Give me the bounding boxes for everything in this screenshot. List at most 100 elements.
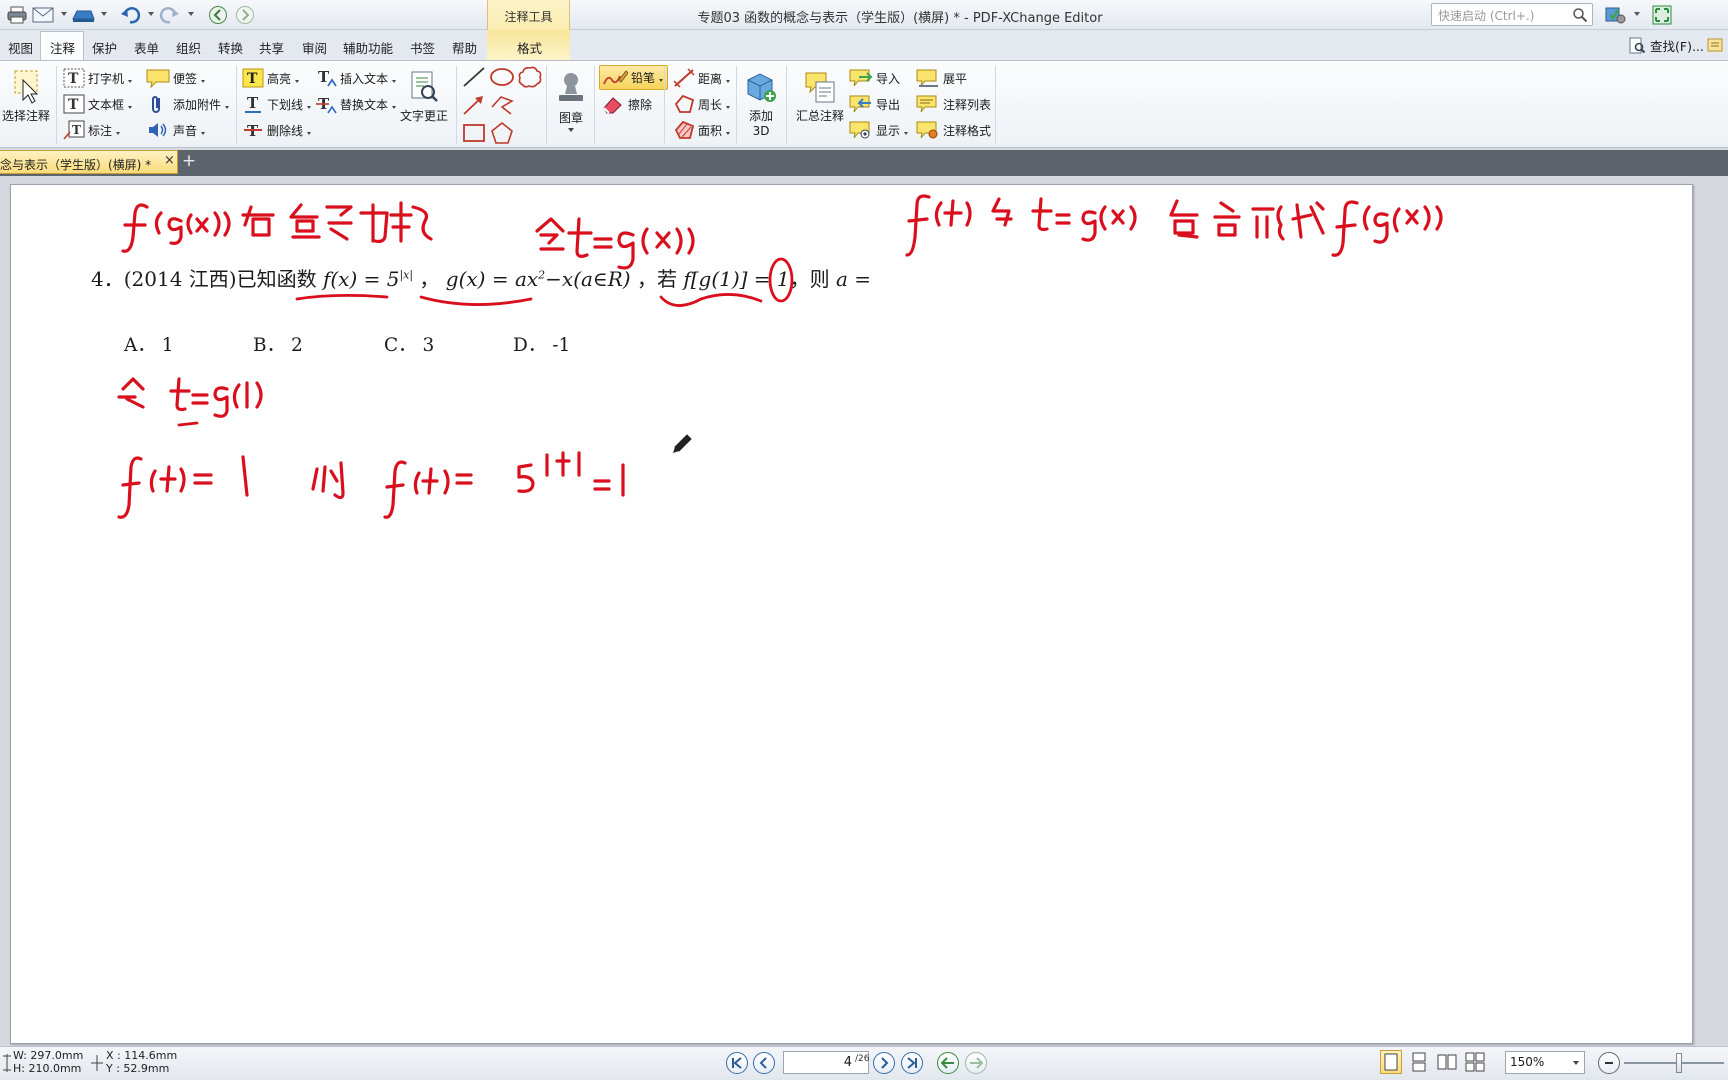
tab-comment[interactable]: 注释 [50,38,75,57]
print-icon[interactable] [6,4,28,26]
text-correction-button[interactable]: 文字更正 [398,70,450,124]
next-view-button[interactable] [965,1052,987,1074]
textbox-button[interactable]: T 文本框 [63,94,133,114]
forward-arrow-icon [970,1057,983,1069]
tab-help[interactable]: 帮助 [452,38,477,57]
callout-button[interactable]: T 标注 [63,120,121,140]
flatten-button[interactable]: 展平 [916,68,967,88]
comments-list-button[interactable]: 注释列表 [916,94,991,114]
arrow-tool-icon[interactable] [461,93,487,120]
tab-view[interactable]: 视图 [8,38,33,57]
strikeout-button[interactable]: T 删除线 [242,120,312,140]
underline-button[interactable]: T 下划线 [242,94,312,114]
quick-launch-input[interactable]: 快速启动 (Ctrl+.) [1431,3,1593,26]
stamp-dropdown-icon[interactable] [568,128,574,132]
show-button[interactable]: 显示 [849,120,909,140]
comment-styles-button[interactable]: 注释格式 [916,120,991,140]
page-layout-buttons [1380,1050,1486,1074]
tab-organize[interactable]: 组织 [176,38,201,57]
ribbon-separator [546,66,547,144]
redo-dropdown-icon[interactable] [188,12,194,16]
tab-convert[interactable]: 转换 [218,38,243,57]
find-button[interactable]: 查找(F)... [1628,36,1704,55]
underline-icon: T [245,94,261,113]
pdf-page[interactable]: 4．(2014 江西)已知函数 f(x) = 5|x| ， g(x) = ax2… [10,184,1693,1044]
options-dropdown-icon[interactable] [1634,12,1640,16]
select-annotation-button[interactable]: 选择注释 [0,68,52,124]
attach-file-button[interactable]: 添加附件 [146,94,230,114]
zoom-out-button[interactable] [1598,1052,1620,1074]
zoom-slider-track[interactable] [1624,1062,1724,1064]
ellipse-tool-icon[interactable] [489,65,515,92]
speaker-icon [149,123,167,137]
current-page: 4 [843,1055,852,1070]
tab-share[interactable]: 共享 [259,38,284,57]
rectangle-tool-icon[interactable] [461,121,487,148]
first-page-button[interactable] [726,1052,748,1074]
sticky-note-button[interactable]: 便签 [146,68,206,88]
stamp-button[interactable]: 图章 [552,70,590,132]
options-icon[interactable] [1604,4,1628,26]
insert-text-button[interactable]: T 插入文本 [315,68,397,88]
zoom-slider-thumb[interactable] [1676,1053,1682,1073]
title-bar: 注释工具 专题03 函数的概念与表示（学生版）(横屏) * - PDF-XCha… [0,0,1728,60]
replace-text-button[interactable]: T 替换文本 [315,94,397,114]
close-tab-icon[interactable]: × [164,153,175,168]
summarize-comments-button[interactable]: 汇总注释 [792,70,848,124]
sound-button[interactable]: 声音 [146,120,206,140]
highlight-button[interactable]: T 高亮 [242,68,300,88]
new-tab-button[interactable]: + [180,152,198,172]
undo-dropdown-icon[interactable] [148,12,154,16]
tab-review[interactable]: 审阅 [302,38,327,57]
document-tab[interactable]: 念与表示（学生版）(横屏) * × [0,150,178,174]
scan-icon[interactable] [70,4,96,26]
previous-view-button[interactable] [937,1052,959,1074]
redo-icon[interactable] [157,4,181,26]
scan-dropdown-icon[interactable] [101,12,107,16]
pencil-button[interactable]: 铅笔 [599,65,669,90]
area-button[interactable]: 面积 [673,120,731,140]
tab-format[interactable]: 格式 [517,38,542,57]
tab-protect[interactable]: 保护 [92,38,117,57]
single-page-view-icon[interactable] [1380,1050,1402,1074]
add-3d-label-1: 添加 [748,109,773,123]
undo-icon[interactable] [119,4,143,26]
export-label: 导出 [876,97,901,112]
collapse-ribbon-icon[interactable] [1706,36,1726,57]
tab-accessibility[interactable]: 辅助功能 [343,38,393,57]
continuous-facing-view-icon[interactable] [1464,1050,1486,1074]
fullscreen-icon[interactable] [1651,4,1673,26]
zoom-dropdown-icon[interactable] [1573,1061,1579,1065]
last-page-button[interactable] [901,1052,923,1074]
email-dropdown-icon[interactable] [61,12,67,16]
ribbon-separator [56,66,57,144]
pen-cursor-icon [673,434,692,453]
previous-page-button[interactable] [753,1052,775,1074]
search-icon[interactable] [1572,7,1588,23]
distance-button[interactable]: 距离 [673,68,731,88]
typewriter-button[interactable]: T 打字机 [63,68,133,88]
choice-a: A． 1 [124,335,174,356]
condition: f[g(1)] = 1 [683,267,790,291]
perimeter-button[interactable]: 周长 [673,94,731,114]
eraser-button[interactable]: 擦除 [601,94,652,114]
email-icon[interactable] [32,4,54,26]
back-nav-icon[interactable] [207,4,229,26]
previous-page-icon [759,1057,767,1069]
vertical-scroll-track[interactable] [1696,176,1728,1046]
forward-nav-icon[interactable] [234,4,256,26]
line-tool-icon[interactable] [461,65,487,92]
add-3d-button[interactable]: 添加 3D [740,70,782,138]
export-button[interactable]: 导出 [849,94,900,114]
import-button[interactable]: 导入 [849,68,900,88]
tab-bookmarks[interactable]: 书签 [410,38,435,57]
next-page-button[interactable] [873,1052,895,1074]
polyline-tool-icon[interactable] [489,93,515,120]
facing-view-icon[interactable] [1436,1050,1458,1074]
polygon-tool-icon[interactable] [489,121,515,148]
cloud-tool-icon[interactable] [517,65,543,92]
callout-icon: T [63,120,85,140]
select-annotation-icon [14,70,39,104]
continuous-view-icon[interactable] [1408,1050,1430,1074]
tab-forms[interactable]: 表单 [134,38,159,57]
